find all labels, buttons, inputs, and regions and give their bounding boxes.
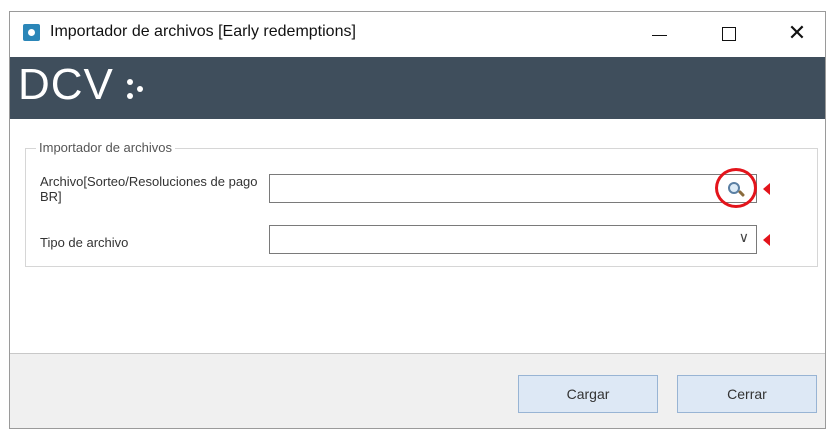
minimize-icon xyxy=(651,34,667,36)
archivo-label: Archivo[Sorteo/Resoluciones de pago BR] xyxy=(40,174,258,204)
main-content: Importador de archivos Archivo[Sorteo/Re… xyxy=(10,119,825,353)
cargar-button[interactable]: Cargar xyxy=(518,375,658,413)
dcv-banner: DCV xyxy=(10,57,825,119)
app-icon xyxy=(23,24,40,41)
close-icon: ✕ xyxy=(787,21,807,46)
tipo-label: Tipo de archivo xyxy=(40,235,129,250)
importer-window: Importador de archivos [Early redemption… xyxy=(9,11,826,429)
dcv-logo: DCV xyxy=(18,60,114,109)
archivo-input[interactable] xyxy=(270,175,710,202)
minimize-button[interactable] xyxy=(630,12,688,56)
window-title: Importador de archivos [Early redemption… xyxy=(50,23,356,40)
importer-groupbox: Importador de archivos Archivo[Sorteo/Re… xyxy=(25,140,818,267)
required-marker-icon xyxy=(763,234,770,246)
required-marker-icon xyxy=(763,183,770,195)
button-bar: Cargar Cerrar xyxy=(10,353,825,428)
tipo-select[interactable]: ∨ xyxy=(269,225,757,254)
close-button[interactable]: ✕ xyxy=(768,12,826,56)
title-bar[interactable]: Importador de archivos [Early redemption… xyxy=(10,12,825,56)
chevron-down-icon[interactable]: ∨ xyxy=(739,230,749,246)
maximize-button[interactable] xyxy=(700,12,758,56)
archivo-field[interactable] xyxy=(269,174,757,203)
cerrar-button[interactable]: Cerrar xyxy=(677,375,817,413)
groupbox-title: Importador de archivos xyxy=(36,140,175,155)
maximize-icon xyxy=(722,27,736,41)
highlight-circle xyxy=(715,168,757,208)
dcv-logo-dots-icon xyxy=(127,77,157,103)
